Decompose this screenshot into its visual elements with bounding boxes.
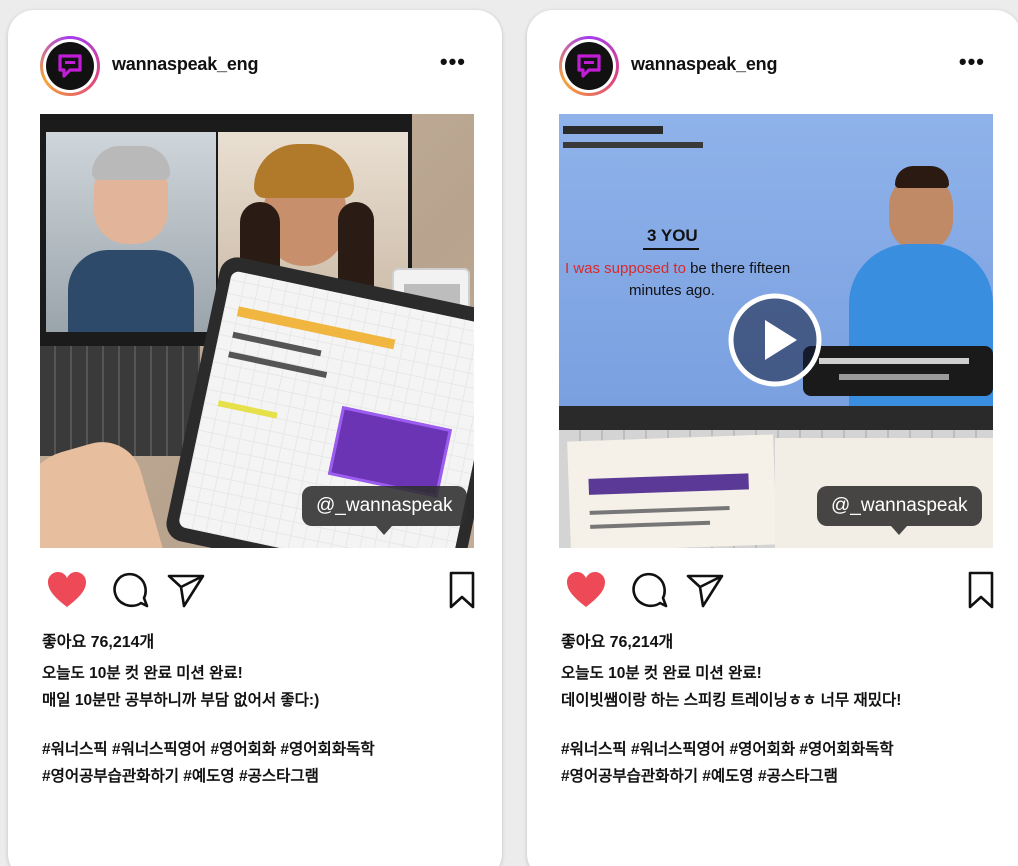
more-options-icon[interactable]: ••• <box>959 51 985 73</box>
book <box>567 434 777 548</box>
chat-bubble-logo-icon <box>58 54 82 78</box>
comment-icon[interactable] <box>629 570 669 610</box>
chat-bubble-logo-icon <box>577 54 601 78</box>
post-caption: 오늘도 10분 컷 완료 미션 완료! 매일 10분만 공부하니까 부담 없어서… <box>42 660 472 714</box>
instagram-post-card-2: wannaspeak_eng ••• 3 YOU I was supposed … <box>527 10 1018 866</box>
post-header: wannaspeak_eng ••• <box>559 36 989 98</box>
more-options-icon[interactable]: ••• <box>440 51 466 73</box>
hashtag-line[interactable]: #워너스픽 #워너스픽영어 #영어회화 #영어회화독학 <box>561 736 1001 763</box>
hashtags: #워너스픽 #워너스픽영어 #영어회화 #영어회화독학 #영어공부습관화하기 #… <box>42 736 482 790</box>
hashtag-line[interactable]: #영어공부습관화하기 #예도영 #공스타그램 <box>561 763 1001 790</box>
comment-icon[interactable] <box>110 570 150 610</box>
bookmark-icon[interactable] <box>967 570 995 610</box>
post-image[interactable]: @_wannaspeak <box>40 114 474 548</box>
post-actions <box>559 570 995 614</box>
heart-icon[interactable] <box>565 570 607 610</box>
play-icon[interactable] <box>727 292 823 388</box>
caption-line: 데이빗쌤이랑 하는 스피킹 트레이닝ㅎㅎ 너무 재밌다! <box>561 692 902 709</box>
post-actions <box>40 570 476 614</box>
hashtag-line[interactable]: #영어공부습관화하기 #예도영 #공스타그램 <box>42 763 482 790</box>
video-highlight: I was supposed to <box>565 260 686 277</box>
username[interactable]: wannaspeak_eng <box>631 54 777 75</box>
caption-line: 오늘도 10분 컷 완료 미션 완료! <box>42 665 243 682</box>
like-count[interactable]: 좋아요 76,214개 <box>42 628 154 652</box>
caption-line: 매일 10분만 공부하니까 부담 없어서 좋다:) <box>42 692 320 709</box>
instagram-post-card-1: wannaspeak_eng ••• @_wannaspeak 좋아요 76,2… <box>8 10 502 866</box>
hashtag-line[interactable]: #워너스픽 #워너스픽영어 #영어회화 #영어회화독학 <box>42 736 482 763</box>
username[interactable]: wannaspeak_eng <box>112 54 258 75</box>
share-icon[interactable] <box>166 570 206 610</box>
post-caption: 오늘도 10분 컷 완료 미션 완료! 데이빗쌤이랑 하는 스피킹 트레이닝ㅎㅎ… <box>561 660 991 714</box>
share-icon[interactable] <box>685 570 725 610</box>
user-tag-tooltip[interactable]: @_wannaspeak <box>302 486 467 535</box>
video-heading: 3 YOU <box>647 226 698 245</box>
avatar[interactable] <box>559 36 619 96</box>
post-video[interactable]: 3 YOU I was supposed to be there fifteen… <box>559 114 993 548</box>
like-count[interactable]: 좋아요 76,214개 <box>561 628 673 652</box>
user-tag-tooltip[interactable]: @_wannaspeak <box>817 486 982 535</box>
avatar[interactable] <box>40 36 100 96</box>
bookmark-icon[interactable] <box>448 570 476 610</box>
video-subtitle-line: minutes ago. <box>629 282 715 299</box>
post-header: wannaspeak_eng ••• <box>40 36 470 98</box>
keyboard <box>40 346 200 456</box>
video-subtitle-line: I was supposed to be there fifteen <box>565 260 791 277</box>
caption-line: 오늘도 10분 컷 완료 미션 완료! <box>561 665 762 682</box>
heart-icon[interactable] <box>46 570 88 610</box>
hashtags: #워너스픽 #워너스픽영어 #영어회화 #영어회화독학 #영어공부습관화하기 #… <box>561 736 1001 790</box>
